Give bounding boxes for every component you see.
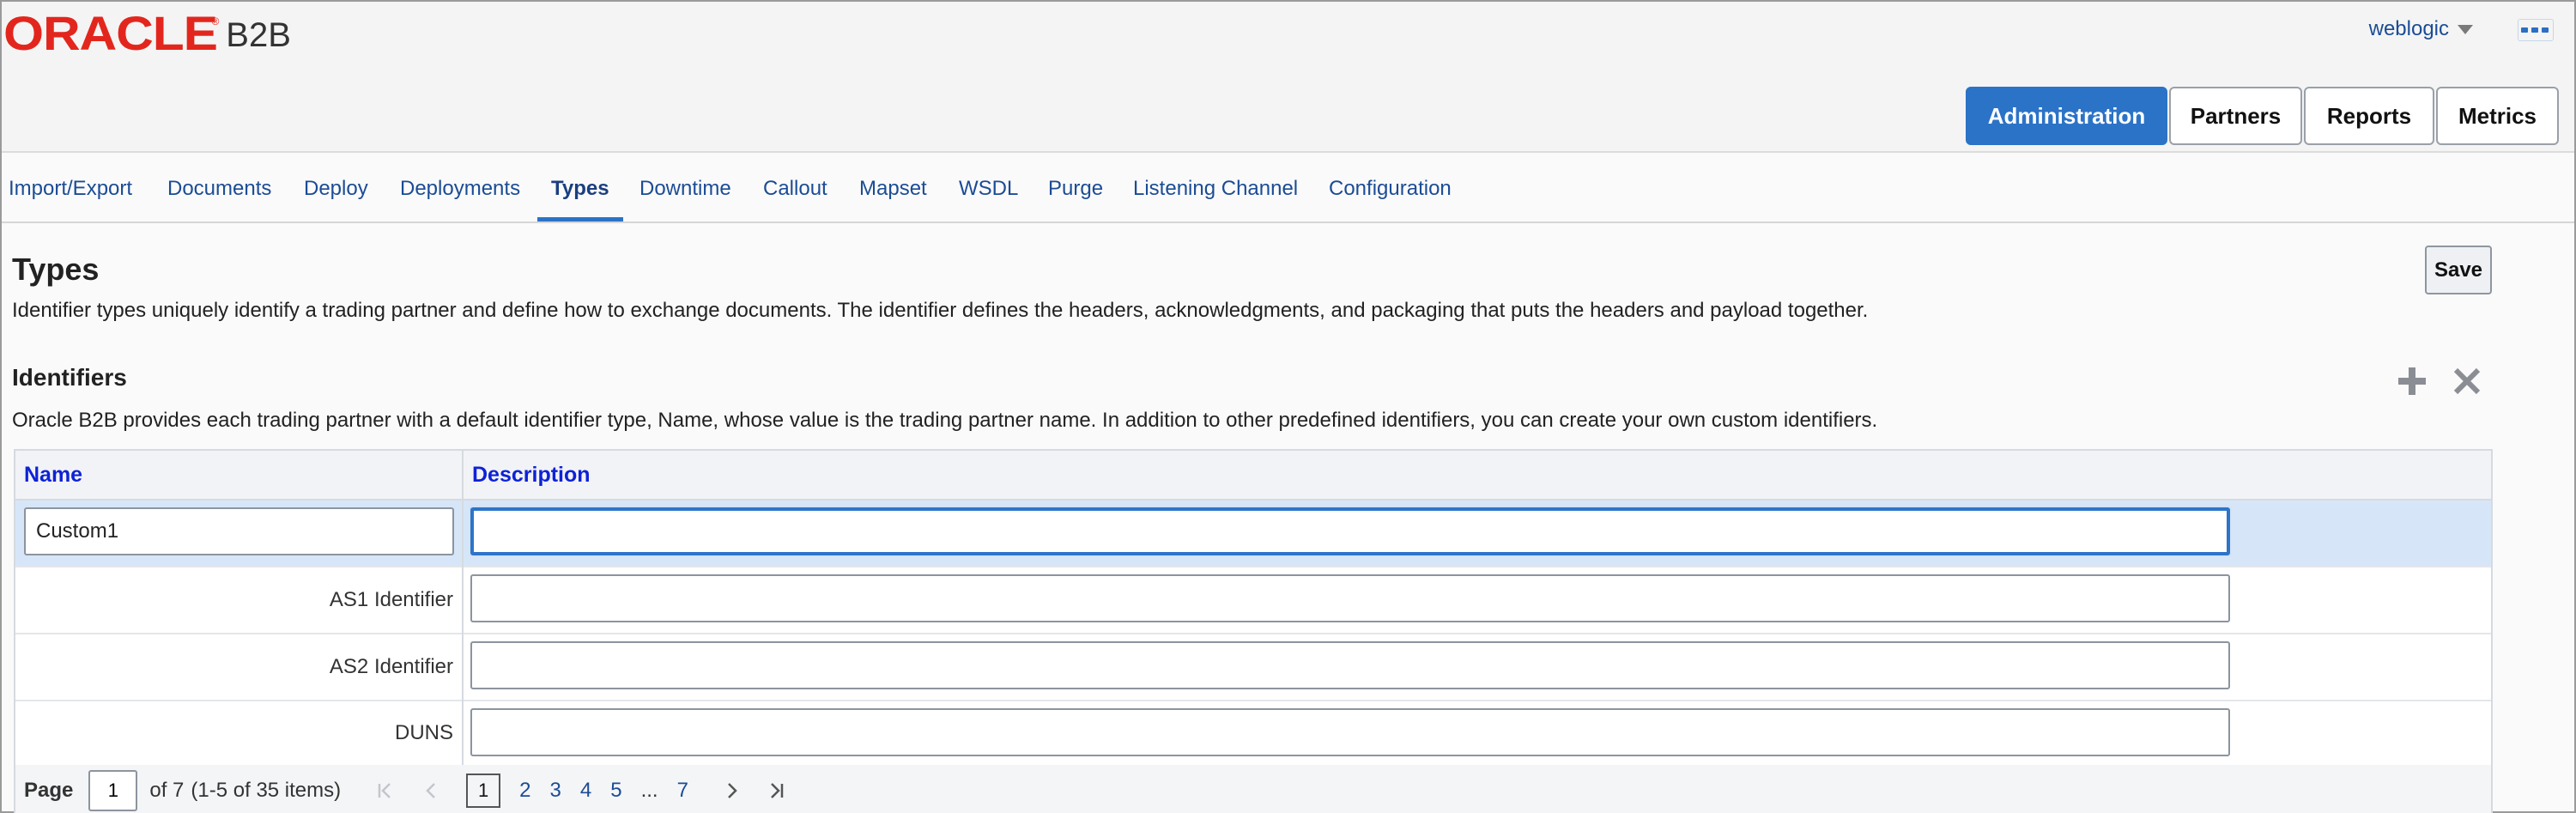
column-divider	[462, 451, 464, 765]
oracle-logo: ORACLE ® B2B	[3, 6, 291, 60]
subtab-import-export[interactable]: Import/Export	[9, 156, 132, 221]
subtab-listening-channel[interactable]: Listening Channel	[1133, 156, 1298, 221]
tab-administration[interactable]: Administration	[1966, 87, 2167, 145]
page-description: Identifier types uniquely identify a tra…	[12, 299, 1869, 322]
previous-page-icon[interactable]	[420, 779, 444, 803]
name-input[interactable]	[24, 507, 454, 555]
user-menu[interactable]: weblogic	[2369, 17, 2473, 41]
more-icon[interactable]	[2518, 19, 2554, 41]
page-link-last[interactable]: 7	[677, 779, 688, 803]
name-cell: AS1 Identifier	[15, 567, 462, 633]
pagination: Page of 7 (1-5 of 35 items) 1 2 3 4 5 ..…	[15, 765, 2491, 813]
chevron-down-icon	[2458, 24, 2473, 34]
section-description: Oracle B2B provides each trading partner…	[12, 409, 1878, 432]
main-navigation: Administration Partners Reports Metrics	[1966, 87, 2559, 145]
subtab-callout[interactable]: Callout	[763, 156, 827, 221]
close-icon[interactable]	[2448, 362, 2486, 400]
plus-icon[interactable]	[2393, 362, 2431, 400]
subtab-deployments[interactable]: Deployments	[400, 156, 520, 221]
subtab-mapset[interactable]: Mapset	[859, 156, 927, 221]
name-label: AS2 Identifier	[329, 655, 453, 678]
table-row[interactable]: AS2 Identifier	[15, 634, 2491, 701]
page-link-1[interactable]: 1	[466, 774, 501, 808]
page-link-4[interactable]: 4	[580, 779, 591, 803]
page-count: of 7	[149, 779, 185, 802]
logo-registered-mark: ®	[211, 15, 220, 27]
identifiers-table: Name Description AS1 Identifier AS2 Iden…	[14, 449, 2493, 813]
subtab-deploy[interactable]: Deploy	[304, 156, 368, 221]
subtab-configuration[interactable]: Configuration	[1329, 156, 1452, 221]
name-cell: AS2 Identifier	[15, 634, 462, 700]
page-ellipsis: ...	[640, 779, 658, 802]
page-link-3[interactable]: 3	[550, 779, 561, 803]
user-name: weblogic	[2368, 17, 2449, 40]
tab-reports[interactable]: Reports	[2304, 87, 2434, 145]
column-header-description[interactable]: Description	[472, 451, 591, 499]
page-link-5[interactable]: 5	[610, 779, 621, 803]
table-row[interactable]: DUNS	[15, 701, 2491, 765]
page-title: Types	[12, 252, 100, 287]
sub-navigation: Import/Export Documents Deploy Deploymen…	[2, 156, 2574, 223]
table-row[interactable]	[15, 501, 2491, 567]
subtab-purge[interactable]: Purge	[1048, 156, 1103, 221]
description-input[interactable]	[470, 507, 2230, 555]
page-label: Page	[24, 779, 74, 802]
description-input[interactable]	[470, 708, 2230, 756]
name-label: AS1 Identifier	[329, 588, 453, 611]
description-input[interactable]	[470, 574, 2230, 622]
page-link-2[interactable]: 2	[519, 779, 530, 803]
subtab-downtime[interactable]: Downtime	[639, 156, 731, 221]
name-cell: DUNS	[15, 701, 462, 765]
app-header: ORACLE ® B2B weblogic Administration Par…	[2, 2, 2574, 153]
logo-wordmark: ORACLE	[3, 6, 218, 60]
tab-metrics[interactable]: Metrics	[2436, 87, 2559, 145]
next-page-icon[interactable]	[719, 779, 743, 803]
table-header: Name Description	[15, 451, 2491, 501]
description-input[interactable]	[470, 641, 2230, 689]
column-header-name[interactable]: Name	[24, 451, 82, 499]
name-cell	[15, 501, 462, 566]
subtab-wsdl[interactable]: WSDL	[959, 156, 1018, 221]
section-title-identifiers: Identifiers	[12, 364, 127, 391]
product-name: B2B	[226, 16, 291, 54]
table-row[interactable]: AS1 Identifier	[15, 567, 2491, 634]
save-button[interactable]: Save	[2425, 246, 2492, 294]
subtab-types[interactable]: Types	[537, 156, 623, 221]
subtab-documents[interactable]: Documents	[167, 156, 271, 221]
item-range: (1-5 of 35 items)	[191, 779, 342, 802]
name-label: DUNS	[394, 721, 453, 744]
last-page-icon[interactable]	[764, 779, 788, 803]
tab-partners[interactable]: Partners	[2169, 87, 2302, 145]
first-page-icon[interactable]	[373, 779, 397, 803]
page-number-input[interactable]	[88, 770, 138, 811]
